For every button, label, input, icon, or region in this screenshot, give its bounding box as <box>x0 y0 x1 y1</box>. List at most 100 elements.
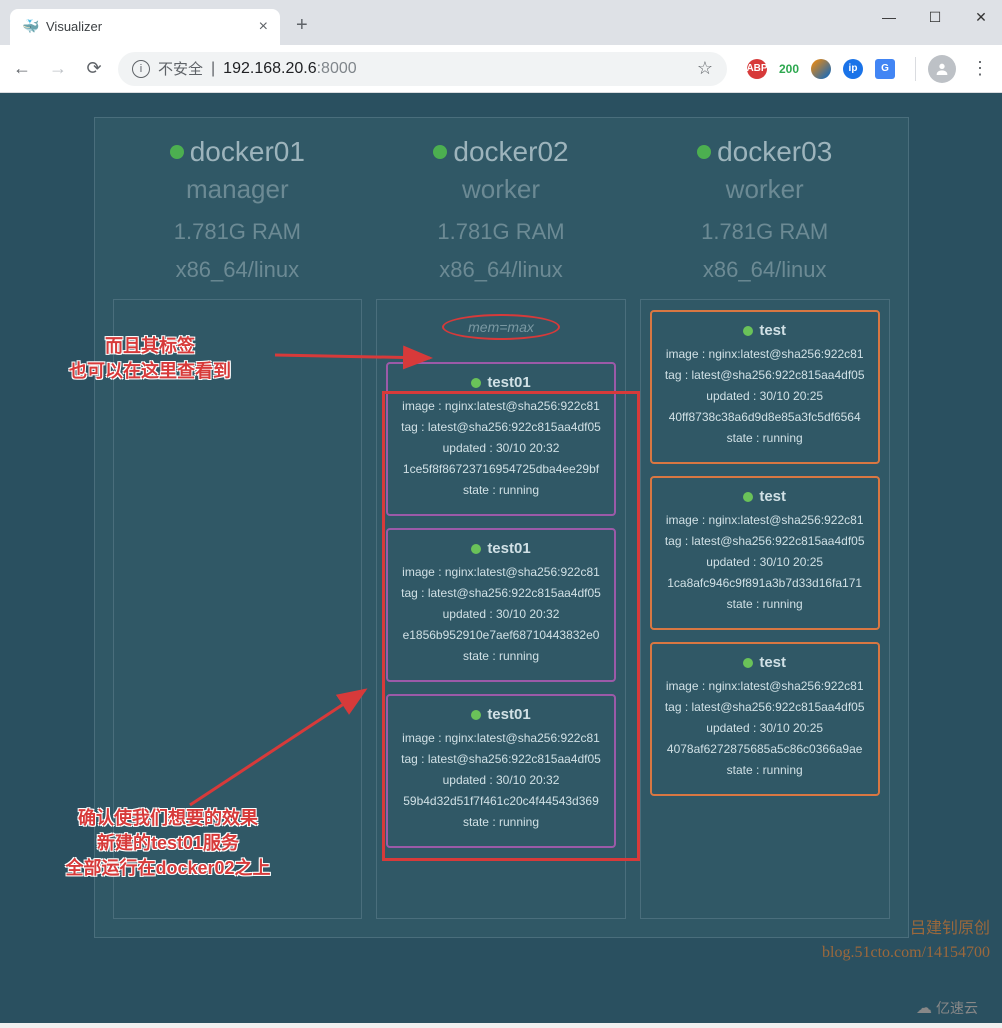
node-docker03: docker03 worker 1.781G RAM x86_64/linux … <box>640 136 890 919</box>
url-text: 192.168.20.6:8000 <box>223 60 356 78</box>
docker-favicon-icon: 🐳 <box>22 19 38 35</box>
service-id: 40ff8738c38a6d9d8e85a3fc5df6564 <box>658 410 872 424</box>
service-updated: updated : 30/10 20:32 <box>394 773 608 787</box>
node-docker01: docker01 manager 1.781G RAM x86_64/linux <box>113 136 363 919</box>
service-id: 4078af6272875685a5c86c0366a9ae <box>658 742 872 756</box>
address-bar[interactable]: i 不安全 | 192.168.20.6:8000 ☆ <box>118 52 727 86</box>
service-state: state : running <box>658 431 872 445</box>
service-updated: updated : 30/10 20:32 <box>394 441 608 455</box>
status-dot-icon <box>471 378 481 388</box>
window-controls: — ☐ ✕ <box>876 4 994 30</box>
node-arch: x86_64/linux <box>176 257 300 283</box>
service-image: image : nginx:latest@sha256:922c81 <box>658 513 872 527</box>
service-id: 1ce5f8f86723716954725dba4ee29bf <box>394 462 608 476</box>
service-updated: updated : 30/10 20:25 <box>658 721 872 735</box>
node-ram: 1.781G RAM <box>701 219 828 245</box>
close-icon[interactable]: × <box>259 18 268 36</box>
service-name: test01 <box>394 706 608 723</box>
node-arch: x86_64/linux <box>703 257 827 283</box>
service-updated: updated : 30/10 20:25 <box>658 389 872 403</box>
extension-icons: ABP 200 ip G <box>747 59 895 79</box>
bookmark-icon[interactable]: ☆ <box>697 58 713 79</box>
service-card-test: test image : nginx:latest@sha256:922c81 … <box>650 476 880 630</box>
maximize-button[interactable]: ☐ <box>922 4 948 30</box>
node-role: worker <box>726 174 804 205</box>
back-button[interactable]: ← <box>10 57 34 81</box>
node-ram: 1.781G RAM <box>437 219 564 245</box>
ip-icon[interactable]: ip <box>843 59 863 79</box>
node-role: manager <box>186 174 289 205</box>
status-200-icon[interactable]: 200 <box>779 59 799 79</box>
insecure-label: 不安全 <box>158 58 203 79</box>
google-translate-icon[interactable]: G <box>875 59 895 79</box>
service-image: image : nginx:latest@sha256:922c81 <box>658 347 872 361</box>
service-card-test01: test01 image : nginx:latest@sha256:922c8… <box>386 528 616 682</box>
service-id: 59b4d32d51f7f461c20c4f44543d369 <box>394 794 608 808</box>
service-name: test <box>658 322 872 339</box>
service-id: e1856b952910e7aef68710443832e0 <box>394 628 608 642</box>
service-image: image : nginx:latest@sha256:922c81 <box>394 731 608 745</box>
service-id: 1ca8afc946c9f891a3b7d33d16fa171 <box>658 576 872 590</box>
status-dot-icon <box>743 658 753 668</box>
service-tag: tag : latest@sha256:922c815aa4df05 <box>394 586 608 600</box>
service-image: image : nginx:latest@sha256:922c81 <box>394 565 608 579</box>
service-name: test01 <box>394 540 608 557</box>
node-title: docker01 <box>170 136 305 168</box>
visualizer-page: docker01 manager 1.781G RAM x86_64/linux… <box>0 93 1002 1023</box>
tab-bar: 🐳 Visualizer × + — ☐ ✕ <box>0 0 1002 45</box>
new-tab-button[interactable]: + <box>296 14 308 37</box>
service-tag: tag : latest@sha256:922c815aa4df05 <box>658 534 872 548</box>
node-arch: x86_64/linux <box>439 257 563 283</box>
service-tag: tag : latest@sha256:922c815aa4df05 <box>658 368 872 382</box>
service-updated: updated : 30/10 20:25 <box>658 555 872 569</box>
user-avatar-icon[interactable] <box>928 55 956 83</box>
service-card-test01: test01 image : nginx:latest@sha256:922c8… <box>386 362 616 516</box>
node-ram: 1.781G RAM <box>174 219 301 245</box>
tab-title: Visualizer <box>46 19 251 34</box>
service-card-test: test image : nginx:latest@sha256:922c81 … <box>650 642 880 796</box>
node-body: test image : nginx:latest@sha256:922c81 … <box>640 299 890 919</box>
service-image: image : nginx:latest@sha256:922c81 <box>658 679 872 693</box>
service-name: test <box>658 488 872 505</box>
status-dot-icon <box>697 145 711 159</box>
browser-chrome: 🐳 Visualizer × + — ☐ ✕ ← → ⟳ i 不安全 | 192… <box>0 0 1002 93</box>
node-role: worker <box>462 174 540 205</box>
node-body: mem=max test01 image : nginx:latest@sha2… <box>376 299 626 919</box>
service-image: image : nginx:latest@sha256:922c81 <box>394 399 608 413</box>
avast-icon[interactable] <box>811 59 831 79</box>
site-info-icon[interactable]: i <box>132 60 150 78</box>
close-window-button[interactable]: ✕ <box>968 4 994 30</box>
service-name: test <box>658 654 872 671</box>
service-tag: tag : latest@sha256:922c815aa4df05 <box>394 752 608 766</box>
service-state: state : running <box>394 649 608 663</box>
service-state: state : running <box>394 483 608 497</box>
nav-bar: ← → ⟳ i 不安全 | 192.168.20.6:8000 ☆ ABP 20… <box>0 45 1002 93</box>
status-dot-icon <box>743 492 753 502</box>
forward-button[interactable]: → <box>46 57 70 81</box>
minimize-button[interactable]: — <box>876 4 902 30</box>
node-docker02: docker02 worker 1.781G RAM x86_64/linux … <box>376 136 626 919</box>
service-state: state : running <box>658 763 872 777</box>
service-tag: tag : latest@sha256:922c815aa4df05 <box>394 420 608 434</box>
status-dot-icon <box>170 145 184 159</box>
service-name: test01 <box>394 374 608 391</box>
reload-button[interactable]: ⟳ <box>82 57 106 81</box>
menu-button[interactable]: ⋮ <box>968 57 992 81</box>
node-body <box>113 299 363 919</box>
node-title: docker03 <box>697 136 832 168</box>
service-updated: updated : 30/10 20:32 <box>394 607 608 621</box>
status-dot-icon <box>471 544 481 554</box>
status-dot-icon <box>743 326 753 336</box>
service-card-test01: test01 image : nginx:latest@sha256:922c8… <box>386 694 616 848</box>
status-dot-icon <box>433 145 447 159</box>
adblock-icon[interactable]: ABP <box>747 59 767 79</box>
status-dot-icon <box>471 710 481 720</box>
service-card-test: test image : nginx:latest@sha256:922c81 … <box>650 310 880 464</box>
node-title: docker02 <box>433 136 568 168</box>
service-state: state : running <box>658 597 872 611</box>
swarm-container: docker01 manager 1.781G RAM x86_64/linux… <box>94 117 909 938</box>
service-state: state : running <box>394 815 608 829</box>
service-tag: tag : latest@sha256:922c815aa4df05 <box>658 700 872 714</box>
node-label-tag: mem=max <box>442 314 560 340</box>
browser-tab[interactable]: 🐳 Visualizer × <box>10 9 280 45</box>
